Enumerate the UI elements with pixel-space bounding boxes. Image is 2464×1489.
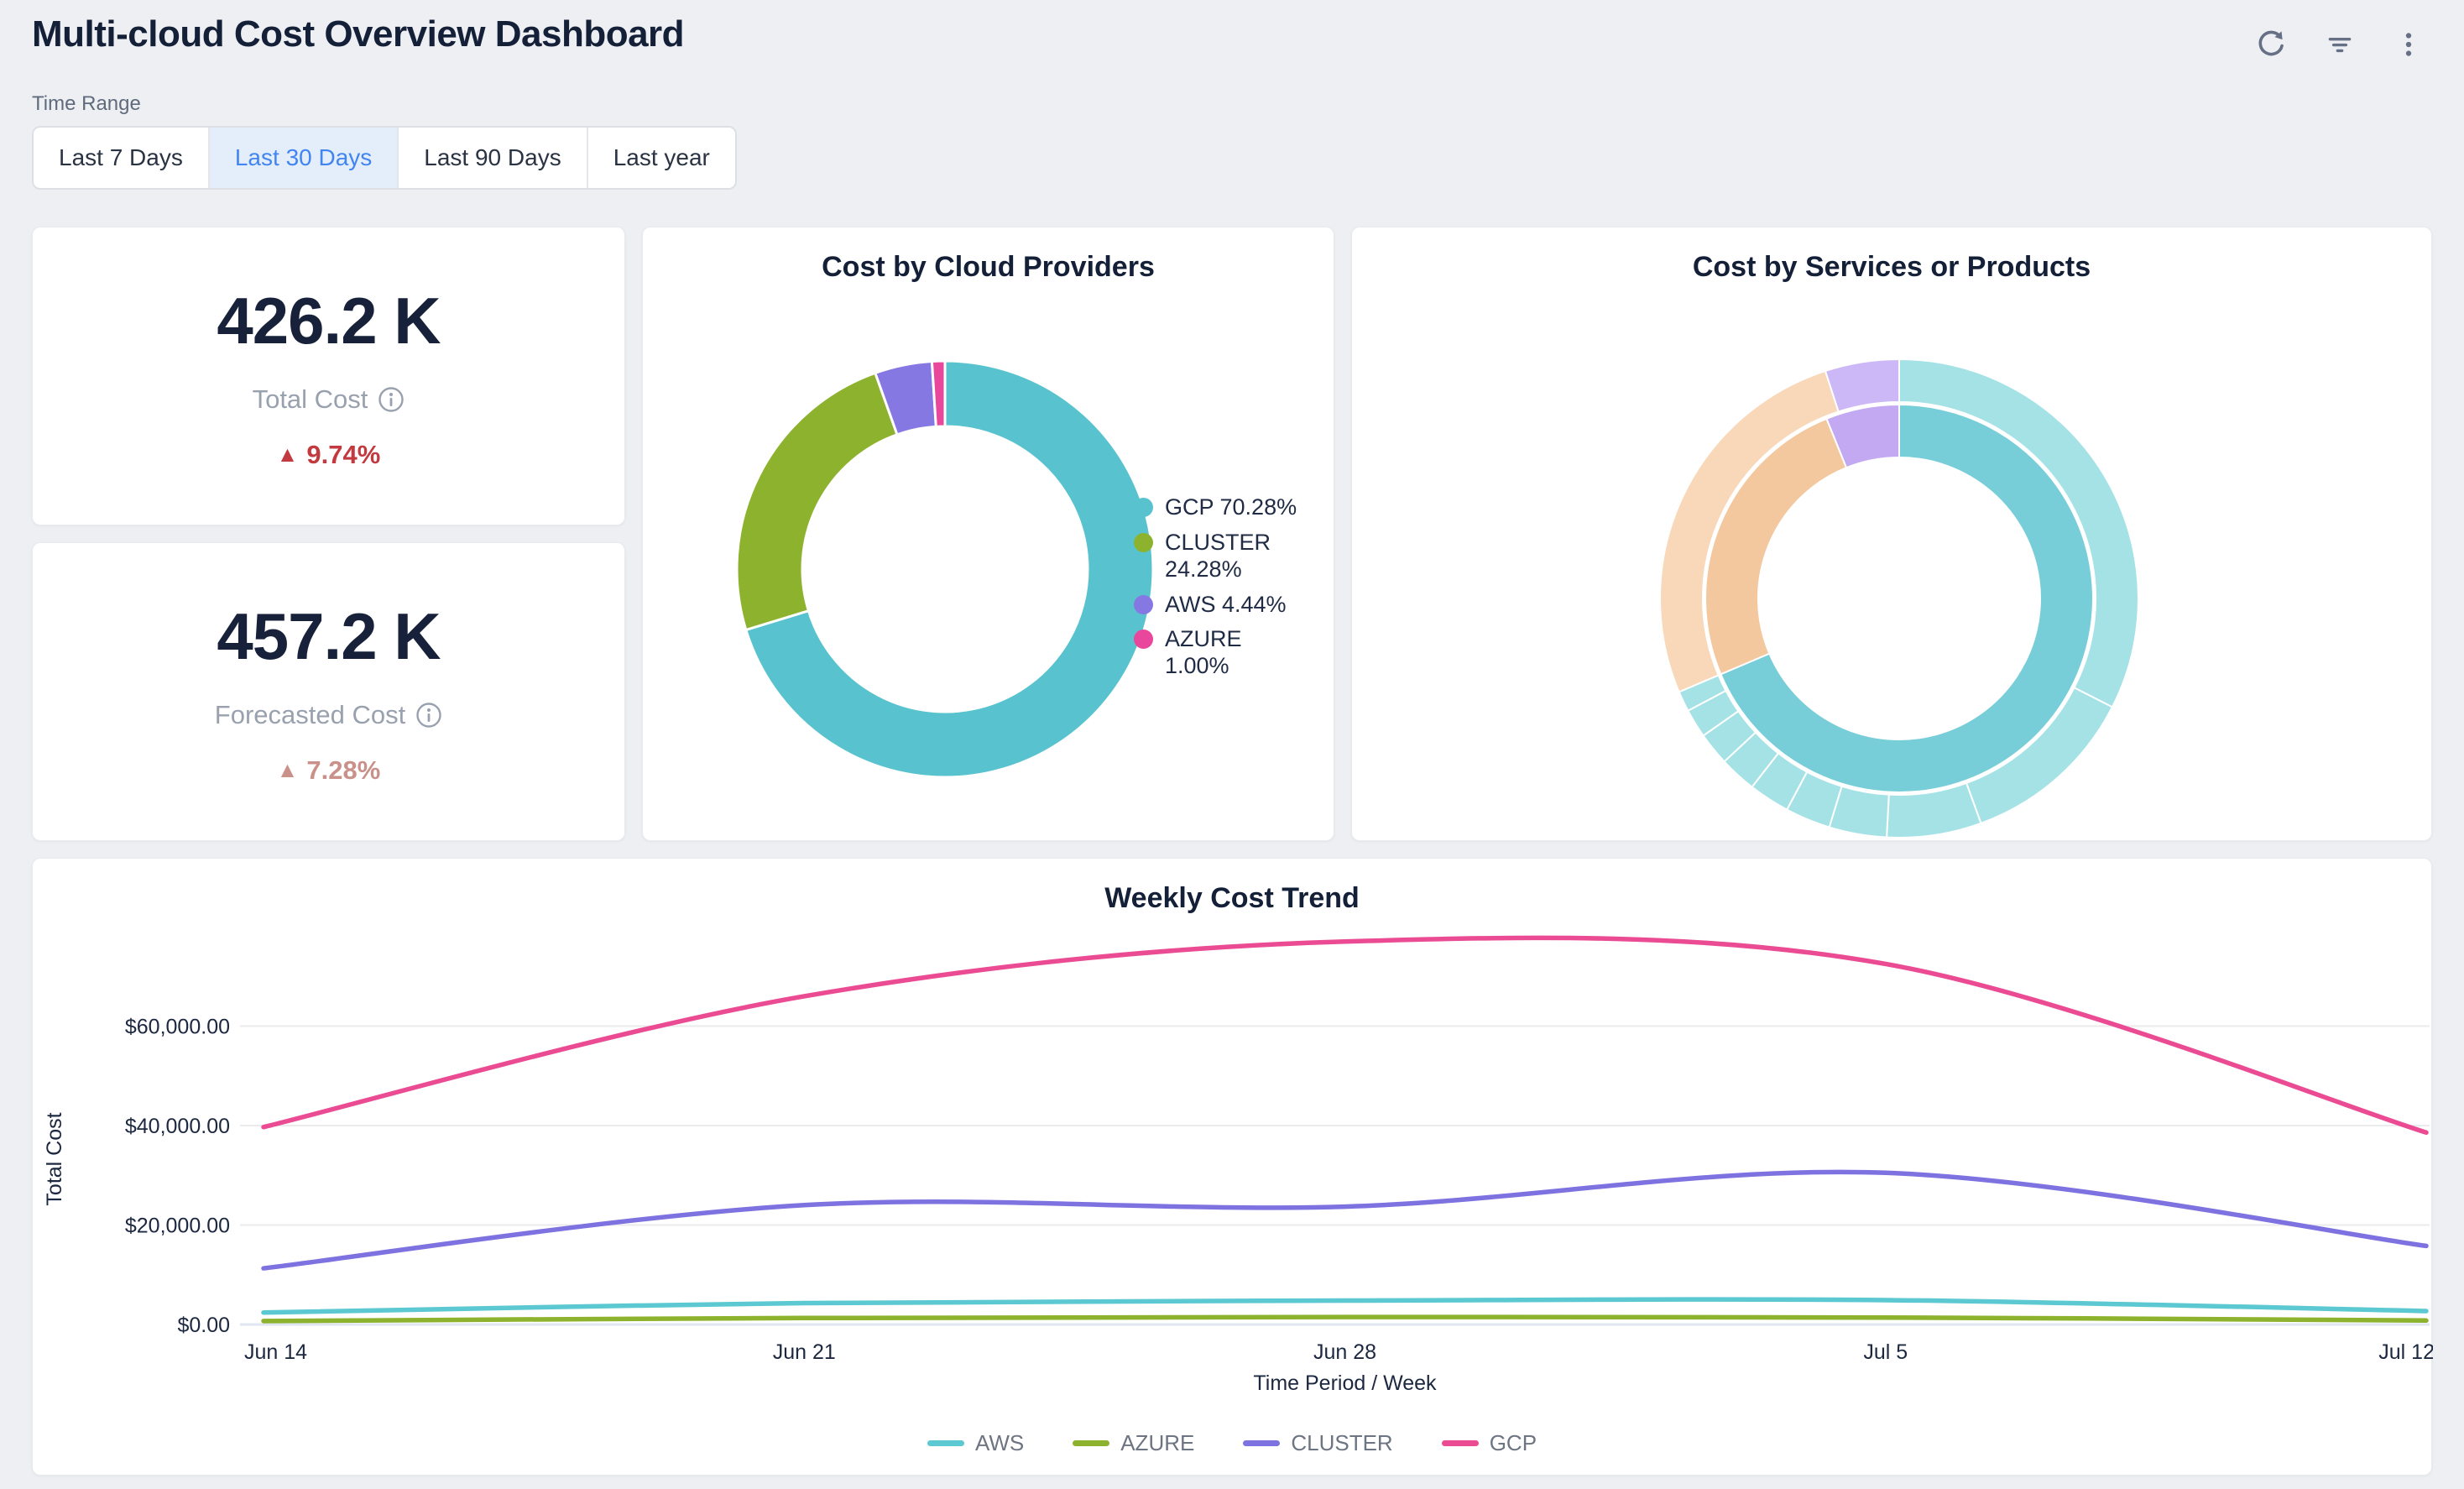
page-title: Multi-cloud Cost Overview Dashboard	[32, 13, 684, 55]
info-icon[interactable]	[415, 702, 442, 729]
legend-swatch	[1073, 1440, 1109, 1446]
legend-swatch	[1243, 1440, 1280, 1446]
time-range-segmented-control: Last 7 Days Last 30 Days Last 90 Days La…	[32, 126, 737, 190]
total-cost-value: 426.2 K	[217, 283, 440, 359]
svg-text:Time Period / Week: Time Period / Week	[1253, 1371, 1437, 1395]
trend-legend-item-cluster[interactable]: CLUSTER	[1243, 1430, 1392, 1456]
trend-legend: AWS AZURE CLUSTER GCP	[33, 1430, 2431, 1456]
legend-item-gcp[interactable]: GCP 70.28%	[1134, 494, 1318, 521]
filter-icon	[2324, 29, 2356, 63]
refresh-icon	[2255, 29, 2287, 63]
time-range-label: Time Range	[32, 92, 141, 116]
svg-text:Jul 12: Jul 12	[2378, 1340, 2433, 1364]
refresh-button[interactable]	[2247, 22, 2294, 69]
svg-text:Jul 5: Jul 5	[1863, 1340, 1908, 1364]
svg-text:$0.00: $0.00	[177, 1314, 230, 1337]
svg-text:$60,000.00: $60,000.00	[125, 1016, 230, 1039]
legend-item-azure[interactable]: AZURE 1.00%	[1134, 626, 1318, 680]
arrow-up-icon: ▲	[277, 441, 299, 468]
svg-text:Jun 21: Jun 21	[773, 1340, 836, 1364]
arrow-up-icon: ▲	[277, 757, 299, 783]
forecasted-cost-label: Forecasted Cost	[215, 700, 405, 730]
legend-item-aws[interactable]: AWS 4.44%	[1134, 592, 1318, 619]
svg-text:Jun 14: Jun 14	[244, 1340, 307, 1364]
donut-legend: GCP 70.28% CLUSTER 24.28% AWS 4.44% AZUR…	[1134, 494, 1318, 680]
filter-button[interactable]	[2316, 22, 2363, 69]
forecasted-cost-value: 457.2 K	[217, 598, 440, 675]
legend-item-cluster[interactable]: CLUSTER 24.28%	[1134, 530, 1318, 583]
total-cost-label: Total Cost	[253, 384, 368, 415]
weekly-cost-trend-card: Weekly Cost Trend $0.00 $20,000.00 $40,000…	[32, 858, 2432, 1476]
legend-swatch	[1442, 1440, 1479, 1446]
svg-text:Total Cost: Total Cost	[43, 1112, 66, 1205]
trend-legend-item-azure[interactable]: AZURE	[1073, 1430, 1194, 1456]
time-range-option-last-year[interactable]: Last year	[587, 128, 735, 188]
svg-text:$40,000.00: $40,000.00	[125, 1115, 230, 1138]
legend-dot	[1134, 630, 1153, 649]
forecasted-cost-card: 457.2 K Forecasted Cost ▲ 7.28%	[32, 542, 625, 841]
total-cost-card: 426.2 K Total Cost ▲ 9.74%	[32, 227, 625, 525]
legend-swatch	[927, 1440, 964, 1446]
services-sunburst-chart[interactable]	[1352, 227, 2433, 842]
legend-dot	[1134, 498, 1153, 517]
weekly-trend-chart-title: Weekly Cost Trend	[33, 882, 2431, 915]
trend-legend-item-aws[interactable]: AWS	[927, 1430, 1024, 1456]
header-actions	[2247, 22, 2432, 69]
more-options-button[interactable]	[2385, 22, 2432, 69]
time-range-option-last-30-days[interactable]: Last 30 Days	[208, 128, 397, 188]
dashboard-page: Multi-cloud Cost Overview Dashboard	[0, 0, 2464, 1489]
info-icon[interactable]	[378, 386, 405, 413]
svg-text:Jun 28: Jun 28	[1313, 1340, 1376, 1364]
total-cost-change: ▲ 9.74%	[277, 440, 381, 470]
forecasted-cost-change: ▲ 7.28%	[277, 755, 381, 786]
time-range-option-last-90-days[interactable]: Last 90 Days	[397, 128, 586, 188]
cloud-providers-chart-title: Cost by Cloud Providers	[643, 251, 1334, 284]
cost-by-cloud-providers-card: Cost by Cloud Providers GCP 70.28% CLUST…	[642, 227, 1334, 841]
trend-legend-item-gcp[interactable]: GCP	[1442, 1430, 1537, 1456]
weekly-trend-line-chart[interactable]: $0.00 $20,000.00 $40,000.00 $60,000.00 Jun 1…	[33, 916, 2433, 1411]
legend-dot	[1134, 533, 1153, 552]
svg-text:$20,000.00: $20,000.00	[125, 1215, 230, 1238]
cost-by-services-card: Cost by Services or Products	[1351, 227, 2432, 841]
cloud-providers-donut-chart[interactable]	[718, 332, 1172, 802]
time-range-option-last-7-days[interactable]: Last 7 Days	[34, 128, 208, 188]
legend-dot	[1134, 595, 1153, 614]
kebab-menu-icon	[2393, 29, 2425, 63]
